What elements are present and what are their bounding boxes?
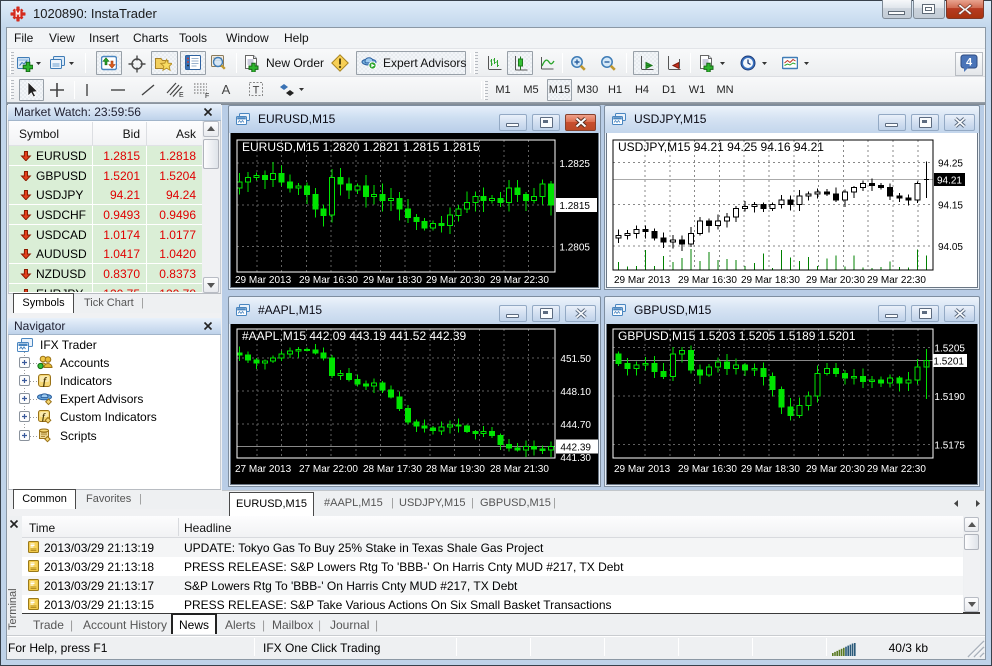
svg-text:29 Mar 20:30: 29 Mar 20:30 <box>806 464 865 475</box>
svg-text:1.5175: 1.5175 <box>934 440 965 451</box>
svg-text:1.5205: 1.5205 <box>934 344 965 355</box>
svg-text:29 Mar 18:30: 29 Mar 18:30 <box>363 275 422 286</box>
svg-text:29 Mar 16:30: 29 Mar 16:30 <box>678 275 737 286</box>
svg-text:EURUSD,M15 1.2820 1.2821 1.28: EURUSD,M15 1.2820 1.2821 1.2815 1.2815 <box>242 140 480 154</box>
svg-text:T: T <box>253 85 260 97</box>
svg-text:29 Mar 2013: 29 Mar 2013 <box>235 275 292 286</box>
svg-text:28 Mar 21:30: 28 Mar 21:30 <box>490 464 549 475</box>
svg-text:448.10: 448.10 <box>560 387 591 398</box>
svg-text:29 Mar 20:30: 29 Mar 20:30 <box>426 275 485 286</box>
svg-text:94.15: 94.15 <box>938 200 963 211</box>
svg-text:F: F <box>205 93 209 99</box>
svg-text:29 Mar 18:30: 29 Mar 18:30 <box>741 275 800 286</box>
svg-text:1.2815: 1.2815 <box>559 201 590 212</box>
svg-text:1.2825: 1.2825 <box>559 159 590 170</box>
svg-text:29 Mar 16:30: 29 Mar 16:30 <box>678 464 737 475</box>
svg-text:A: A <box>222 82 231 97</box>
svg-text:USDJPY,M15 94.21 94.25 94.16: USDJPY,M15 94.21 94.25 94.16 94.21 <box>618 140 824 154</box>
svg-text:94.05: 94.05 <box>938 242 963 253</box>
svg-text:444.70: 444.70 <box>560 420 591 431</box>
svg-text:29 Mar 2013: 29 Mar 2013 <box>614 464 671 475</box>
svg-text:29 Mar 22:30: 29 Mar 22:30 <box>867 275 926 286</box>
svg-text:29 Mar 22:30: 29 Mar 22:30 <box>490 275 549 286</box>
svg-text:#AAPL,M15 442.09 443.19 441.5: #AAPL,M15 442.09 443.19 441.52 442.39 <box>242 329 467 343</box>
svg-text:29 Mar 18:30: 29 Mar 18:30 <box>741 464 800 475</box>
svg-text:27 Mar 22:00: 27 Mar 22:00 <box>299 464 358 475</box>
svg-text:451.50: 451.50 <box>560 354 591 365</box>
svg-text:29 Mar 2013: 29 Mar 2013 <box>614 275 671 286</box>
svg-text:28 Mar 17:30: 28 Mar 17:30 <box>363 464 422 475</box>
svg-text:4: 4 <box>966 57 973 69</box>
svg-text:27 Mar 2013: 27 Mar 2013 <box>235 464 292 475</box>
svg-text:29 Mar 16:30: 29 Mar 16:30 <box>299 275 358 286</box>
svg-text:442.39: 442.39 <box>560 442 591 453</box>
svg-text:1.5190: 1.5190 <box>934 392 965 403</box>
svg-text:29 Mar 22:30: 29 Mar 22:30 <box>867 464 926 475</box>
svg-text:94.21: 94.21 <box>937 175 962 186</box>
svg-text:1.5201: 1.5201 <box>933 356 964 367</box>
svg-text:28 Mar 19:30: 28 Mar 19:30 <box>426 464 485 475</box>
svg-text:441.30: 441.30 <box>560 453 591 464</box>
svg-text:29 Mar 20:30: 29 Mar 20:30 <box>806 275 865 286</box>
svg-text:GBPUSD,M15 1.5203 1.5205 1.51: GBPUSD,M15 1.5203 1.5205 1.5189 1.5201 <box>618 329 856 343</box>
svg-text:94.25: 94.25 <box>938 159 963 170</box>
svg-text:1.2805: 1.2805 <box>559 243 590 254</box>
svg-text:E: E <box>179 92 184 99</box>
